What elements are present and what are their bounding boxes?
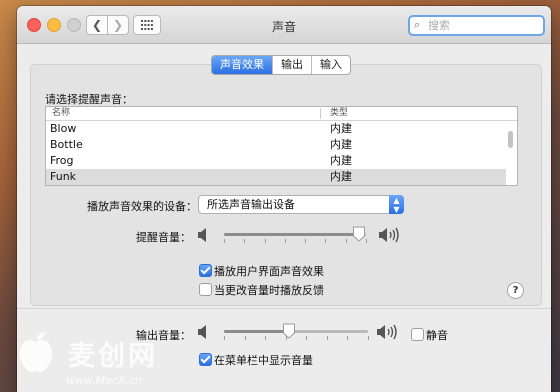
slider-tick bbox=[224, 336, 225, 340]
output-volume-slider[interactable] bbox=[224, 330, 368, 333]
mute-label: 静音 bbox=[426, 329, 448, 342]
help-button[interactable]: ? bbox=[507, 282, 524, 299]
ui-sounds-label: 播放用户界面声音效果 bbox=[214, 265, 324, 278]
table-row[interactable]: Bottle 内建 bbox=[46, 137, 506, 153]
volume-feedback-checkbox[interactable] bbox=[199, 283, 212, 296]
slider-tick bbox=[306, 336, 308, 340]
watermark-text: 麦创网 bbox=[68, 341, 158, 372]
slider-tick bbox=[264, 239, 266, 243]
slider-tick bbox=[325, 239, 327, 243]
output-device-select[interactable]: 所选声音输出设备 ▲ ▼ bbox=[198, 195, 404, 214]
watermark-url: www.MacX.cn bbox=[66, 374, 143, 387]
alert-volume-slider[interactable] bbox=[224, 233, 366, 236]
sound-type: 内建 bbox=[330, 122, 352, 135]
titlebar: ❮ ❯ 声音 ⌕ bbox=[17, 6, 551, 44]
sound-type: 内建 bbox=[330, 154, 352, 167]
apple-logo-icon bbox=[20, 332, 52, 372]
table-row-selected[interactable]: Funk 内建 bbox=[46, 169, 506, 185]
tab-sound-effects[interactable]: 声音效果 bbox=[212, 56, 272, 74]
sound-name: Blow bbox=[50, 122, 77, 135]
sound-name: Bottle bbox=[50, 138, 83, 151]
table-scrollbar[interactable] bbox=[508, 131, 513, 148]
sound-type: 内建 bbox=[330, 170, 352, 183]
column-header-name[interactable]: 名称 bbox=[52, 107, 70, 120]
slider-tick bbox=[368, 336, 369, 340]
tab-input[interactable]: 输入 bbox=[311, 56, 350, 74]
slider-tick bbox=[326, 336, 328, 340]
slider-tick bbox=[244, 336, 246, 340]
show-volume-menubar-checkbox[interactable] bbox=[199, 353, 212, 366]
search-icon: ⌕ bbox=[414, 18, 421, 31]
output-volume-thumb[interactable] bbox=[282, 323, 296, 339]
column-header-type[interactable]: 类型 bbox=[330, 107, 348, 120]
search-input[interactable] bbox=[428, 17, 536, 34]
slider-tick bbox=[265, 336, 267, 340]
slider-tick bbox=[345, 239, 347, 243]
slider-tick bbox=[366, 239, 367, 243]
speaker-high-icon bbox=[379, 227, 399, 243]
mute-checkbox[interactable] bbox=[411, 328, 424, 341]
speaker-high-icon bbox=[377, 324, 397, 340]
column-divider bbox=[320, 108, 321, 119]
slider-tick bbox=[224, 239, 225, 243]
table-row[interactable]: Frog 内建 bbox=[46, 153, 506, 169]
search-field[interactable]: ⌕ bbox=[408, 15, 545, 36]
table-row[interactable]: Blow 内建 bbox=[46, 121, 506, 137]
table-header: 名称 类型 bbox=[46, 107, 517, 121]
sound-name: Frog bbox=[50, 154, 74, 167]
show-volume-menubar-label: 在菜单栏中显示音量 bbox=[214, 354, 313, 367]
sound-name: Funk bbox=[50, 170, 77, 183]
volume-feedback-label: 当更改音量时播放反馈 bbox=[214, 284, 324, 297]
divider bbox=[17, 308, 551, 309]
slider-tick bbox=[305, 239, 307, 243]
updown-arrows-icon: ▲ ▼ bbox=[389, 195, 404, 214]
choose-alert-label: 请选择提醒声音： bbox=[45, 93, 133, 106]
alert-sound-table[interactable]: 名称 类型 Blow 内建 Bottle 内建 Frog 内建 Funk 内建 bbox=[45, 106, 518, 186]
slider-tick bbox=[347, 336, 349, 340]
tab-bar: 声音效果 输出 输入 bbox=[211, 55, 351, 75]
output-device-value: 所选声音输出设备 bbox=[207, 198, 295, 211]
output-volume-fill bbox=[224, 330, 289, 333]
site-watermark: 麦创网 www.MacX.cn bbox=[0, 326, 200, 392]
speaker-low-icon bbox=[198, 228, 206, 242]
slider-tick bbox=[284, 239, 286, 243]
output-device-label: 播放声音效果的设备： bbox=[87, 200, 197, 213]
ui-sounds-checkbox[interactable] bbox=[199, 264, 212, 277]
alert-volume-label: 提醒音量： bbox=[136, 231, 191, 244]
alert-volume-fill bbox=[224, 233, 359, 236]
slider-tick bbox=[244, 239, 246, 243]
alert-volume-thumb[interactable] bbox=[352, 226, 366, 242]
tab-output[interactable]: 输出 bbox=[272, 56, 311, 74]
sound-type: 内建 bbox=[330, 138, 352, 151]
